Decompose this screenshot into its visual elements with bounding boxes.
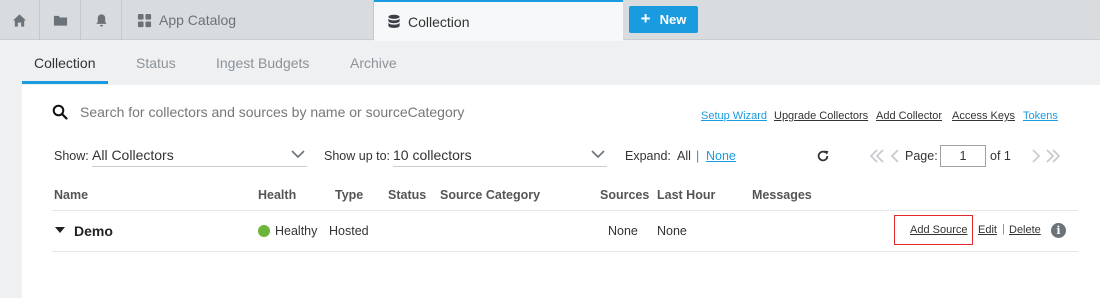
page-label: Page: [905,149,938,163]
setup-wizard-link[interactable]: Setup Wizard [701,110,767,122]
table-row-divider [52,251,1078,252]
refresh-icon[interactable] [816,149,830,163]
subtab-collection[interactable]: Collection [34,55,95,71]
tab-app-catalog[interactable]: App Catalog [124,0,374,40]
show-select[interactable]: All Collectors [92,143,307,167]
grid-icon [137,13,152,27]
expand-all-link[interactable]: All [677,149,691,163]
last-hour-text: None [657,224,687,238]
top-bar: App Catalog Collection + New [0,0,1100,41]
chevron-down-icon [291,150,305,159]
sub-tabs: Collection Status Ingest Budgets Archive [0,41,1100,85]
column-header-name[interactable]: Name [54,188,88,202]
show-select-value: All Collectors [92,146,174,163]
new-button-label: New [659,12,687,27]
database-icon [388,14,400,28]
health-status-dot-icon [258,225,270,237]
show-up-to-select[interactable]: 10 collectors [393,143,607,167]
add-source-link[interactable]: Add Source [910,224,967,236]
column-header-last-hour[interactable]: Last Hour [657,188,715,202]
last-page-icon[interactable] [1045,148,1061,164]
expand-caret-icon[interactable] [55,227,65,233]
folder-icon [53,15,68,26]
upgrade-collectors-link[interactable]: Upgrade Collectors [774,110,868,122]
notifications-button[interactable] [82,0,122,40]
subtab-status[interactable]: Status [136,55,176,71]
next-page-icon[interactable] [1028,148,1044,164]
active-subtab-indicator [22,81,108,84]
add-collector-link[interactable]: Add Collector [876,110,942,122]
subtab-ingest-budgets[interactable]: Ingest Budgets [216,55,309,71]
column-header-health[interactable]: Health [258,188,296,202]
expand-label: Expand: [625,149,671,163]
info-icon[interactable]: i [1051,223,1066,238]
first-page-icon[interactable] [869,148,885,164]
new-button[interactable]: + New [629,6,698,33]
search-icon [52,104,68,120]
column-header-type[interactable]: Type [335,188,363,202]
column-header-source-category[interactable]: Source Category [440,188,540,202]
column-header-sources[interactable]: Sources [600,188,649,202]
action-separator: | [1002,223,1005,235]
subtab-archive[interactable]: Archive [350,55,397,71]
folder-button[interactable] [41,0,81,40]
sources-text: None [608,224,638,238]
tokens-link[interactable]: Tokens [1023,110,1058,122]
page-number-input[interactable] [940,145,986,167]
expand-separator: | [696,149,700,163]
expand-none-link[interactable]: None [706,149,736,163]
bell-icon [96,13,107,27]
tab-app-catalog-label: App Catalog [159,12,237,28]
edit-link[interactable]: Edit [978,224,997,236]
home-button[interactable] [0,0,40,40]
type-text: Hosted [329,224,369,238]
health-text: Healthy [275,224,318,238]
table-header-divider [52,210,1078,211]
tab-collection[interactable]: Collection [374,0,623,41]
delete-link[interactable]: Delete [1009,224,1041,236]
column-header-messages[interactable]: Messages [752,188,812,202]
search-input[interactable] [80,101,500,123]
page-count-text: of 1 [990,149,1011,163]
tab-collection-label: Collection [408,13,470,30]
home-icon [12,13,27,27]
chevron-down-icon [591,150,605,159]
show-label: Show: [54,149,89,163]
access-keys-link[interactable]: Access Keys [952,110,1015,122]
collector-name[interactable]: Demo [74,223,113,239]
plus-icon: + [640,9,651,28]
column-header-status[interactable]: Status [388,188,426,202]
show-up-to-label: Show up to: [324,149,391,163]
previous-page-icon[interactable] [887,148,903,164]
show-up-to-value: 10 collectors [393,146,472,163]
